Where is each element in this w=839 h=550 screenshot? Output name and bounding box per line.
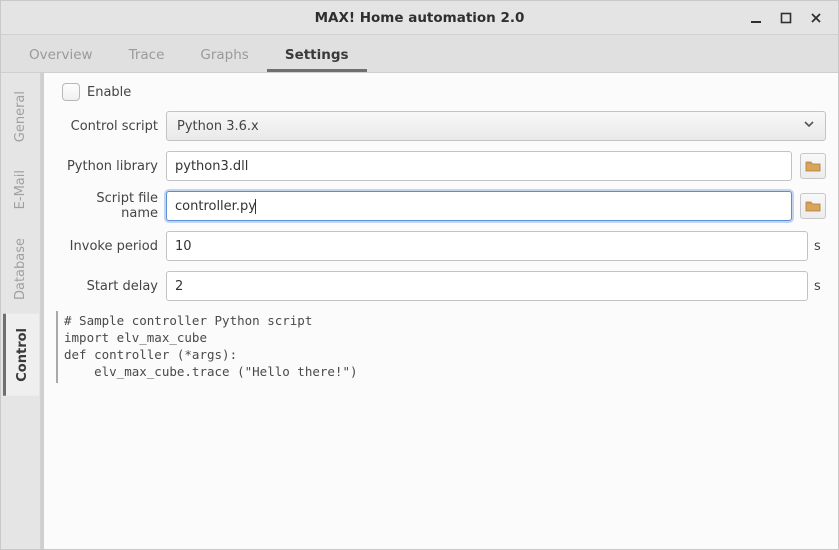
python-library-input[interactable] [166,151,792,181]
text-caret [255,199,256,214]
control-script-value: Python 3.6.x [177,119,259,134]
script-file-input[interactable]: controller.py [166,191,792,221]
control-script-row: Control script Python 3.6.x [56,111,826,141]
invoke-period-label: Invoke period [56,239,166,254]
sample-code-panel: # Sample controller Python script import… [56,311,826,383]
start-delay-label: Start delay [56,279,166,294]
side-tab-email[interactable]: E-Mail [4,156,37,223]
enable-checkbox[interactable] [62,83,80,101]
script-file-value: controller.py [175,199,256,214]
maximize-button[interactable] [778,10,794,26]
invoke-period-input[interactable] [166,231,808,261]
close-button[interactable] [808,10,824,26]
app-window: MAX! Home automation 2.0 Overview Trace … [0,0,839,550]
enable-label: Enable [87,85,131,100]
side-tabs: General E-Mail Database Control [1,73,41,549]
tab-settings[interactable]: Settings [267,37,367,72]
control-script-select[interactable]: Python 3.6.x [166,111,826,141]
folder-icon [805,199,821,213]
start-delay-input[interactable] [166,271,808,301]
settings-control-panel: Enable Control script Python 3.6.x Pytho… [41,73,838,549]
script-file-browse-button[interactable] [800,193,826,219]
body-area: General E-Mail Database Control Enable C… [1,73,838,549]
control-script-label: Control script [56,119,166,134]
minimize-button[interactable] [748,10,764,26]
chevron-down-icon [803,118,815,134]
python-library-row: Python library [56,151,826,181]
side-tab-general[interactable]: General [4,77,37,156]
python-library-browse-button[interactable] [800,153,826,179]
start-delay-row: Start delay s [56,271,826,301]
side-tab-control[interactable]: Control [3,314,39,396]
tab-overview[interactable]: Overview [11,37,111,72]
enable-row: Enable [56,83,826,101]
start-delay-unit: s [808,279,826,294]
script-file-label: Script file name [56,191,166,221]
window-controls [748,10,838,26]
invoke-period-row: Invoke period s [56,231,826,261]
tab-graphs[interactable]: Graphs [182,37,266,72]
side-tab-database[interactable]: Database [4,224,37,314]
python-library-label: Python library [56,159,166,174]
top-tabs: Overview Trace Graphs Settings [1,35,838,73]
titlebar: MAX! Home automation 2.0 [1,1,838,35]
invoke-period-unit: s [808,239,826,254]
folder-icon [805,159,821,173]
script-file-row: Script file name controller.py [56,191,826,221]
window-title: MAX! Home automation 2.0 [1,10,838,26]
tab-trace[interactable]: Trace [111,37,183,72]
